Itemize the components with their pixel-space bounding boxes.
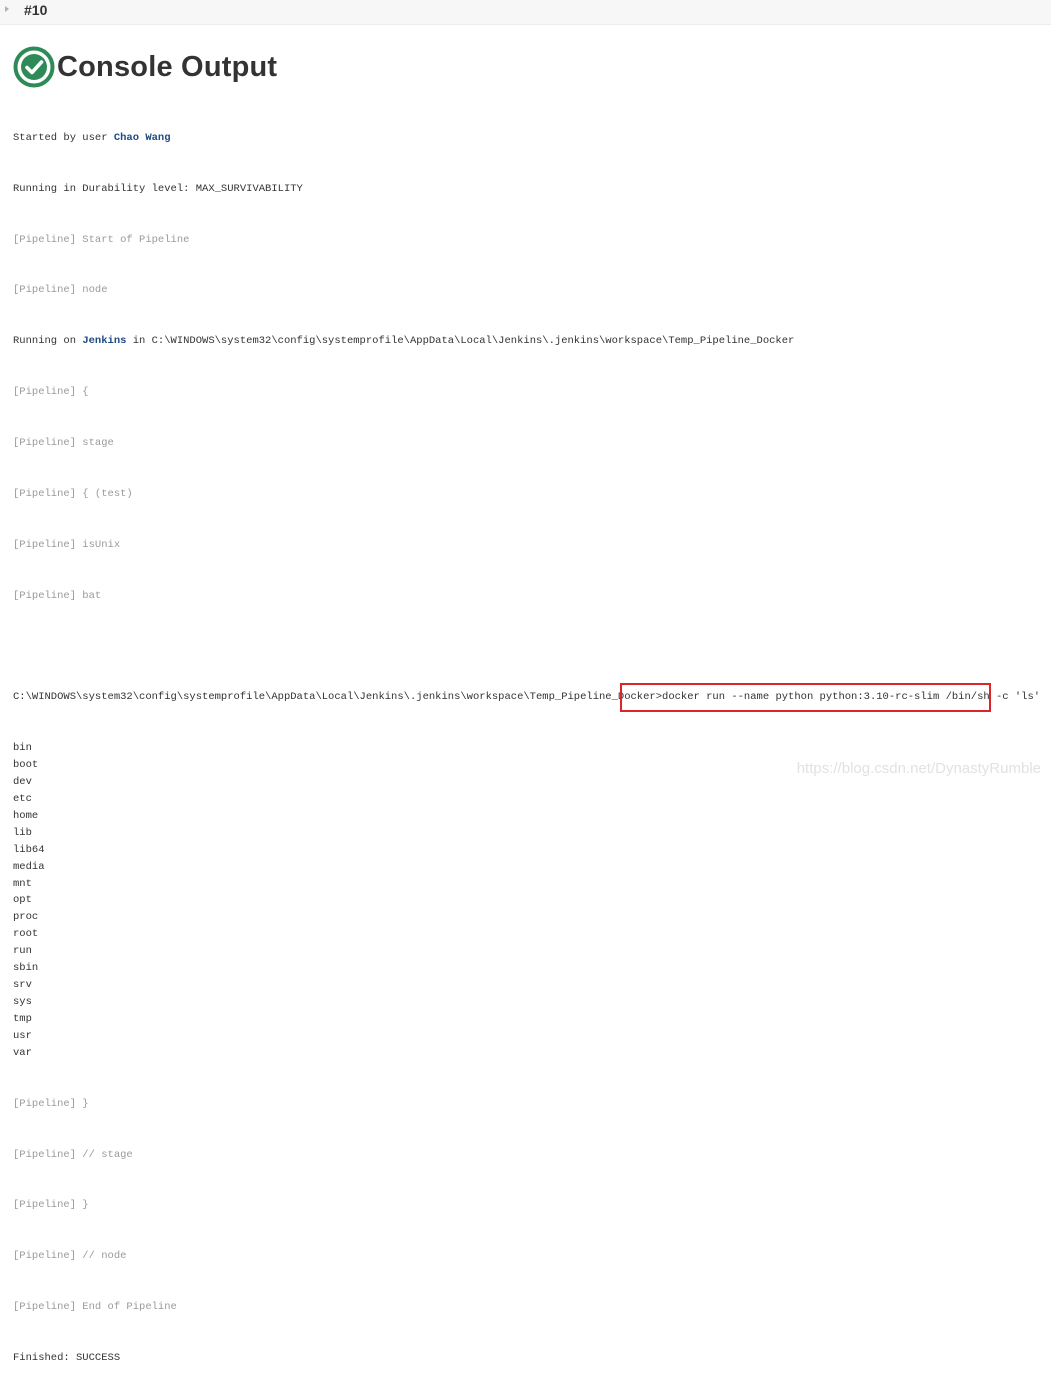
user-link[interactable]: Chao Wang: [114, 132, 171, 144]
pipeline-line: [Pipeline] isUnix: [13, 537, 1040, 554]
ls-output-line: lib64: [13, 842, 1040, 859]
command-path-text: C:\WINDOWS\system32\config\systemprofile…: [13, 691, 656, 703]
ls-output-line: usr: [13, 1028, 1040, 1045]
node-link[interactable]: Jenkins: [82, 335, 126, 347]
success-check-icon: [13, 46, 55, 88]
started-by-text: Started by user: [13, 132, 114, 144]
docker-command-text: >docker run --name python python:3.10-rc…: [656, 691, 1040, 703]
pipeline-line: [Pipeline] node: [13, 282, 1040, 299]
ls-output-line: srv: [13, 977, 1040, 994]
finished-status: Finished: SUCCESS: [13, 1350, 1040, 1367]
pipeline-line: [Pipeline] bat: [13, 588, 1040, 605]
ls-output-line: opt: [13, 892, 1040, 909]
ls-output-line: sbin: [13, 960, 1040, 977]
console-line-started: Started by user Chao Wang: [13, 130, 1040, 147]
console-blank-line: [13, 638, 1040, 655]
page-header: Console Output: [13, 46, 277, 88]
workspace-path-text: in C:\WINDOWS\system32\config\systemprof…: [126, 335, 794, 347]
ls-output-line: home: [13, 808, 1040, 825]
pipeline-line: [Pipeline] End of Pipeline: [13, 1299, 1040, 1316]
caret-right-icon[interactable]: [5, 6, 9, 12]
breadcrumb: #10: [0, 0, 1051, 25]
page-title: Console Output: [57, 51, 277, 84]
breadcrumb-build-number[interactable]: #10: [24, 2, 47, 18]
console-line-command: C:\WINDOWS\system32\config\systemprofile…: [13, 689, 1040, 706]
pipeline-line: [Pipeline] {: [13, 384, 1040, 401]
ls-output-line: etc: [13, 791, 1040, 808]
pipeline-line: [Pipeline] // stage: [13, 1147, 1040, 1164]
ls-output: binbootdevetchomeliblib64mediamntoptproc…: [13, 740, 1040, 1062]
ls-output-line: lib: [13, 825, 1040, 842]
console-line: Running in Durability level: MAX_SURVIVA…: [13, 181, 1040, 198]
pipeline-line: [Pipeline] // node: [13, 1248, 1040, 1265]
running-on-text: Running on: [13, 335, 82, 347]
pipeline-line: [Pipeline] { (test): [13, 486, 1040, 503]
ls-output-line: sys: [13, 994, 1040, 1011]
console-line-running: Running on Jenkins in C:\WINDOWS\system3…: [13, 333, 1040, 350]
console-output: Started by user Chao Wang Running in Dur…: [13, 96, 1040, 1384]
pipeline-line: [Pipeline] }: [13, 1197, 1040, 1214]
pipeline-line: [Pipeline] Start of Pipeline: [13, 232, 1040, 249]
ls-output-line: run: [13, 943, 1040, 960]
pipeline-line: [Pipeline] stage: [13, 435, 1040, 452]
ls-output-line: media: [13, 859, 1040, 876]
ls-output-line: var: [13, 1045, 1040, 1062]
pipeline-line: [Pipeline] }: [13, 1096, 1040, 1113]
ls-output-line: root: [13, 926, 1040, 943]
ls-output-line: tmp: [13, 1011, 1040, 1028]
ls-output-line: bin: [13, 740, 1040, 757]
ls-output-line: mnt: [13, 876, 1040, 893]
ls-output-line: proc: [13, 909, 1040, 926]
watermark: https://blog.csdn.net/DynastyRumble: [797, 760, 1041, 777]
